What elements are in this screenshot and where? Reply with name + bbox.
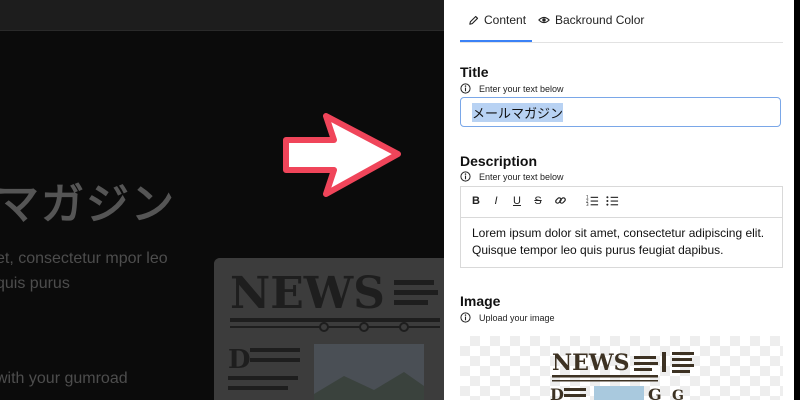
eye-icon bbox=[538, 16, 550, 24]
description-hint-text: Enter your text below bbox=[479, 171, 564, 182]
strikethrough-button[interactable]: S bbox=[531, 195, 545, 207]
page-preview: マガジン et, consectetur mpor leo quis purus… bbox=[0, 0, 444, 400]
editor-toolbar: B I U S 1 2 3 bbox=[461, 187, 782, 218]
svg-text:NEWS: NEWS bbox=[230, 268, 385, 319]
editor-panel: Content Backround Color Title Enter your… bbox=[444, 0, 794, 400]
description-text[interactable]: Lorem ipsum dolor sit amet, consectetur … bbox=[472, 225, 772, 259]
svg-text:D: D bbox=[228, 345, 251, 375]
newspaper-illustration-icon: NEWS D bbox=[214, 258, 444, 400]
title-heading: Title bbox=[460, 64, 489, 80]
svg-text:G: G bbox=[672, 388, 684, 400]
arrow-right-icon bbox=[283, 113, 401, 197]
title-hint: Enter your text below bbox=[460, 83, 564, 94]
underline-button[interactable]: U bbox=[510, 195, 524, 207]
preview-title: マガジン bbox=[0, 180, 176, 230]
active-tab-indicator bbox=[460, 40, 532, 42]
image-upload-area[interactable]: NEWS D G G bbox=[460, 336, 783, 400]
tab-content[interactable]: Content bbox=[468, 0, 526, 40]
description-hint: Enter your text below bbox=[460, 171, 564, 182]
preview-cta-text: with your gumroad bbox=[0, 370, 128, 387]
svg-text:G: G bbox=[648, 385, 662, 400]
ordered-list-button[interactable]: 1 2 3 bbox=[585, 194, 599, 210]
link-button[interactable] bbox=[553, 194, 567, 210]
image-heading: Image bbox=[460, 293, 501, 309]
newspaper-thumbnail-icon: NEWS D G G bbox=[550, 350, 694, 400]
italic-button[interactable]: I bbox=[489, 195, 503, 207]
description-editor: B I U S 1 2 3 Lorem ipsum dolor sit amet… bbox=[460, 186, 783, 268]
info-icon bbox=[460, 312, 471, 323]
tab-background-color-label: Backround Color bbox=[555, 13, 645, 27]
ordered-list-icon: 1 2 3 bbox=[586, 195, 598, 207]
info-icon bbox=[460, 171, 471, 182]
bold-button[interactable]: B bbox=[469, 195, 483, 207]
preview-news-image: NEWS D bbox=[214, 258, 444, 400]
image-hint-text: Upload your image bbox=[479, 312, 555, 323]
svg-text:D: D bbox=[550, 385, 564, 400]
pencil-icon bbox=[469, 15, 479, 25]
bullet-list-button[interactable] bbox=[605, 194, 619, 210]
editor-tabs: Content Backround Color bbox=[460, 0, 783, 43]
tab-background-color[interactable]: Backround Color bbox=[538, 0, 644, 40]
preview-description: et, consectetur mpor leo quis purus bbox=[0, 250, 168, 292]
preview-top-bar bbox=[0, 0, 444, 31]
link-icon bbox=[554, 197, 566, 204]
image-hint: Upload your image bbox=[460, 312, 555, 323]
bullet-list-icon bbox=[605, 196, 618, 206]
title-hint-text: Enter your text below bbox=[479, 83, 564, 94]
title-input-value: メールマガジン bbox=[472, 102, 564, 122]
info-icon bbox=[460, 83, 471, 94]
svg-text:3: 3 bbox=[586, 202, 589, 207]
svg-text:NEWS: NEWS bbox=[552, 350, 629, 376]
screen: マガジン et, consectetur mpor leo quis purus… bbox=[0, 0, 800, 400]
title-input[interactable]: メールマガジン bbox=[460, 97, 781, 127]
description-heading: Description bbox=[460, 153, 538, 169]
right-edge bbox=[794, 0, 800, 400]
tab-content-label: Content bbox=[484, 13, 527, 27]
